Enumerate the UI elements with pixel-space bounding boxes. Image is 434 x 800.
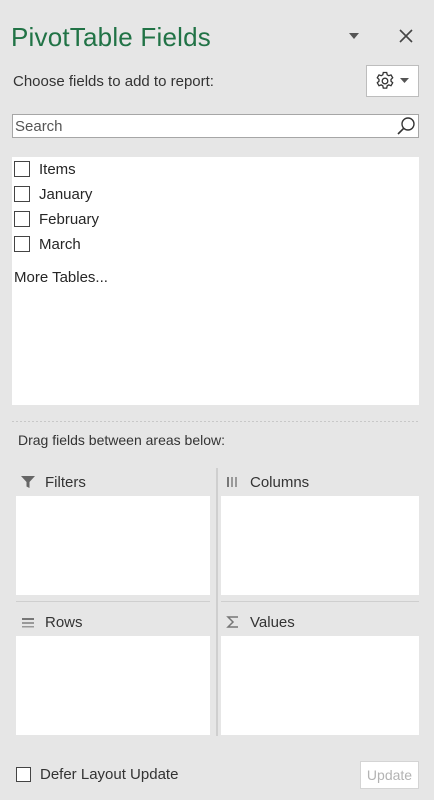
defer-layout-update[interactable]: Defer Layout Update <box>16 766 178 783</box>
columns-area-header: Columns <box>221 469 419 495</box>
field-item-march[interactable]: March <box>14 234 81 254</box>
more-tables-link[interactable]: More Tables... <box>14 269 108 286</box>
areas-vertical-splitter[interactable] <box>216 468 218 736</box>
drag-instruction: Drag fields between areas below: <box>18 432 226 448</box>
field-list: Items January February March More Tables… <box>12 157 419 405</box>
field-item-february[interactable]: February <box>14 209 99 229</box>
columns-area: Columns <box>221 469 419 595</box>
filter-icon <box>20 474 36 490</box>
pane-options-button[interactable] <box>344 28 364 44</box>
field-label: February <box>39 210 100 228</box>
values-drop-zone[interactable] <box>221 636 419 735</box>
columns-drop-zone[interactable] <box>221 496 419 595</box>
field-checkbox[interactable] <box>14 211 30 227</box>
values-area-header: Values <box>221 609 419 635</box>
rows-icon <box>20 614 36 630</box>
filters-label: Filters <box>45 473 86 491</box>
field-label: March <box>39 235 81 253</box>
pane-title: PivotTable Fields <box>11 22 211 52</box>
choose-fields-label: Choose fields to add to report: <box>13 73 214 90</box>
search-icon[interactable] <box>396 116 416 136</box>
values-label: Values <box>250 613 295 631</box>
filters-area-header: Filters <box>16 469 210 495</box>
values-area: Values <box>221 609 419 735</box>
field-label: January <box>39 185 93 203</box>
columns-icon <box>225 474 241 490</box>
close-button[interactable] <box>394 24 418 48</box>
defer-layout-label: Defer Layout Update <box>40 766 179 783</box>
areas-horizontal-splitter-right <box>221 601 419 602</box>
sigma-icon <box>225 614 241 630</box>
columns-label: Columns <box>250 473 310 491</box>
areas-horizontal-splitter-left <box>16 601 210 602</box>
field-item-january[interactable]: January <box>14 184 92 204</box>
gear-icon <box>376 71 394 89</box>
chevron-down-icon <box>400 78 409 83</box>
filters-drop-zone[interactable] <box>16 496 210 595</box>
rows-area-header: Rows <box>16 609 210 635</box>
search-box <box>12 114 419 138</box>
rows-label: Rows <box>45 613 83 631</box>
rows-drop-zone[interactable] <box>16 636 210 735</box>
tools-button[interactable] <box>366 65 419 97</box>
defer-layout-checkbox[interactable] <box>16 767 31 782</box>
filters-area: Filters <box>16 469 210 595</box>
rows-area: Rows <box>16 609 210 735</box>
field-checkbox[interactable] <box>14 186 30 202</box>
field-item-items[interactable]: Items <box>14 159 76 179</box>
search-input[interactable] <box>13 115 393 137</box>
triangle-down-icon <box>349 33 359 39</box>
field-checkbox[interactable] <box>14 161 30 177</box>
update-button[interactable]: Update <box>360 761 419 789</box>
field-checkbox[interactable] <box>14 236 30 252</box>
section-divider <box>12 421 419 422</box>
field-label: Items <box>39 160 76 178</box>
close-icon <box>399 29 413 43</box>
